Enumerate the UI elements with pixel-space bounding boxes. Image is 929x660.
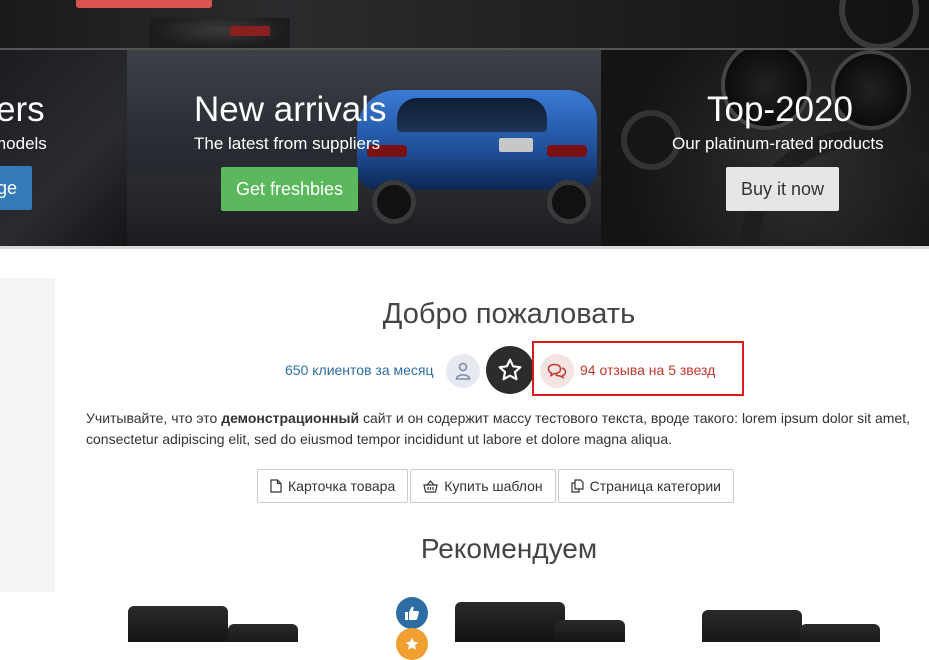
category-page-button[interactable]: Страница категории xyxy=(557,469,734,503)
file-icon xyxy=(270,479,282,493)
user-icon xyxy=(446,354,480,388)
product-image xyxy=(555,620,625,642)
promo-banner-new-arrivals[interactable]: New arrivals The latest from suppliers G… xyxy=(127,50,601,246)
promo-banner-top-2020[interactable]: Top-2020 Our platinum-rated products Buy… xyxy=(601,50,929,246)
welcome-title: Добро пожаловать xyxy=(382,298,636,330)
hero-red-button[interactable] xyxy=(76,0,212,8)
description-bold-text: демонстрационный xyxy=(221,410,360,426)
thumbs-up-badge-icon xyxy=(396,597,428,629)
hero-wheel-image xyxy=(839,0,919,48)
get-freshbies-button[interactable]: Get freshbies xyxy=(221,167,359,211)
highlight-box xyxy=(532,341,744,396)
car-wheel-image xyxy=(547,180,591,224)
clients-count-link[interactable]: 650 клиентов за месяц xyxy=(285,362,434,378)
star-icon xyxy=(486,346,534,394)
car-taillight-image xyxy=(547,145,587,157)
top-hero-strip xyxy=(0,0,929,48)
star-badge-icon xyxy=(396,628,428,660)
recommend-title: Рекомендуем xyxy=(420,533,598,564)
welcome-description: Учитывайте, что это демонстрационный сай… xyxy=(86,408,926,450)
banner-bottom-border xyxy=(0,246,929,249)
promo-banners: ers models ge New arrivals The latest fr… xyxy=(0,50,929,246)
recommend-section: Рекомендуем xyxy=(86,533,929,565)
product-image xyxy=(128,606,228,642)
banner-subtitle: models xyxy=(0,134,47,153)
product-image xyxy=(702,610,802,642)
car-plate-image xyxy=(499,138,533,152)
buy-template-button[interactable]: Купить шаблон xyxy=(410,469,556,503)
banner-title: ers xyxy=(0,90,45,129)
product-image xyxy=(800,624,880,642)
banner-subtitle: Our platinum-rated products xyxy=(672,134,884,153)
banner-button[interactable]: ge xyxy=(0,166,33,210)
left-sidebar xyxy=(0,278,55,592)
product-card-button[interactable]: Карточка товара xyxy=(257,469,409,503)
product-image xyxy=(228,624,298,642)
product-card-label: Карточка товара xyxy=(288,478,396,494)
buy-template-label: Купить шаблон xyxy=(444,478,543,494)
car-wheel-image xyxy=(372,180,416,224)
banner-title: Top-2020 xyxy=(707,90,853,129)
welcome-section: Добро пожаловать xyxy=(86,298,929,331)
banner-subtitle: The latest from suppliers xyxy=(194,134,381,153)
stats-row: 650 клиентов за месяц 94 отзыва на 5 зве… xyxy=(0,340,929,400)
car-window-image xyxy=(397,98,547,132)
action-button-group: Карточка товара Купить шаблон Страница к… xyxy=(257,469,736,503)
description-text: Учитывайте, что это xyxy=(86,410,222,426)
promo-banner-1[interactable]: ers models ge xyxy=(0,50,127,246)
category-page-label: Страница категории xyxy=(589,478,721,494)
banner-title: New arrivals xyxy=(194,90,387,129)
product-card[interactable] xyxy=(88,584,344,642)
buy-it-now-button[interactable]: Buy it now xyxy=(726,167,840,211)
hero-seatbelt-image xyxy=(230,26,270,36)
copy-icon xyxy=(571,479,584,493)
product-image xyxy=(455,602,565,642)
product-card[interactable] xyxy=(690,584,929,642)
basket-icon xyxy=(423,479,438,493)
